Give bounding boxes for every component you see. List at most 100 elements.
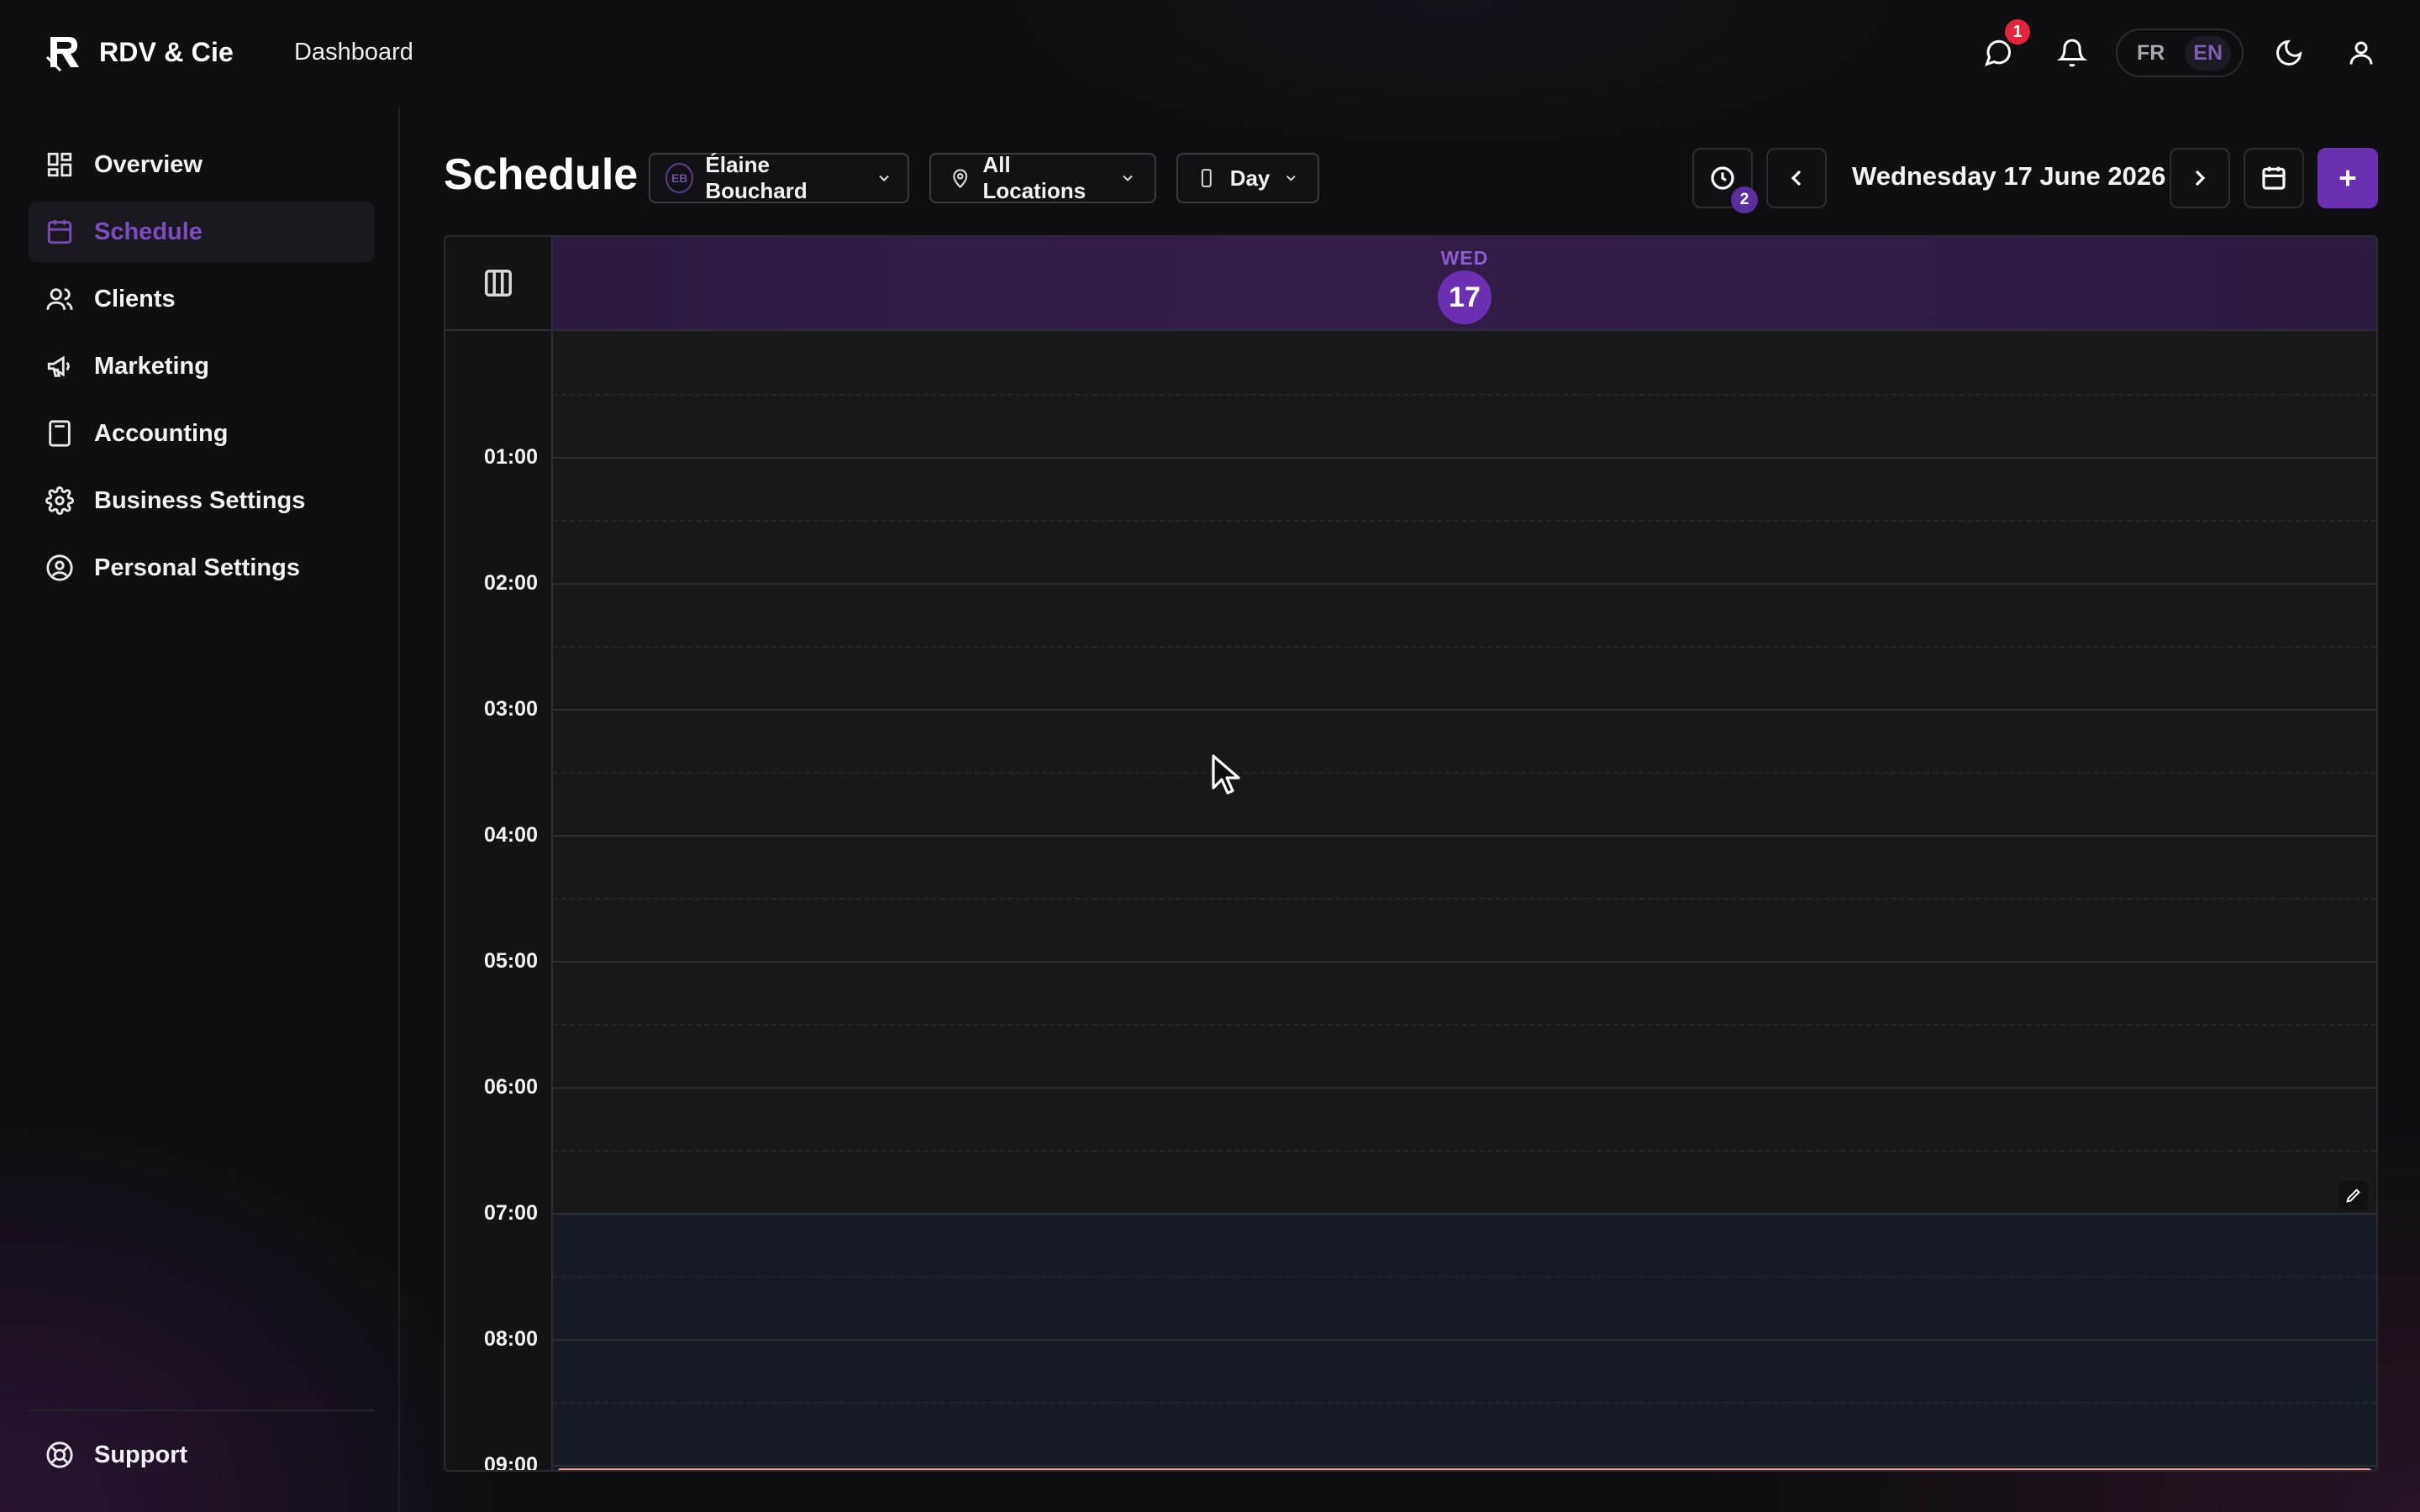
working-hours-block	[553, 1213, 2376, 1470]
map-pin-icon	[953, 169, 968, 189]
phone-icon	[1201, 169, 1212, 187]
time-label: 02:00	[484, 571, 538, 595]
time-label: 09:00	[484, 1453, 538, 1472]
brand[interactable]: RDV & Cie	[44, 32, 234, 72]
grid-hour-line	[553, 1465, 2376, 1467]
sidebar-item-label: Accounting	[94, 419, 229, 447]
bell-icon	[2057, 39, 2087, 67]
users-icon	[46, 288, 73, 310]
grid-hour-line	[553, 1087, 2376, 1089]
sidebar-item-label: Clients	[94, 285, 176, 312]
calendar-header: WED 17	[445, 237, 2376, 331]
time-column: 01:00 02:00 03:00 04:00 05:00 06:00 07:0…	[445, 331, 553, 1472]
brand-logo-icon	[45, 37, 79, 72]
grid-hour-line	[553, 1213, 2376, 1215]
edit-hours-button[interactable]	[2339, 1181, 2368, 1210]
staff-name: Élaine Bouchard	[705, 152, 808, 203]
grid-half-line	[553, 1024, 2376, 1026]
sidebar-item-label: Overview	[94, 150, 203, 178]
time-label: 08:00	[484, 1327, 538, 1351]
grid-half-line	[553, 646, 2376, 648]
language-switcher[interactable]: FR EN	[2116, 29, 2244, 77]
previous-day-button[interactable]	[1766, 148, 1827, 208]
current-date-label: Wednesday 17 June 2026	[1852, 161, 2166, 191]
brand-name: RDV & Cie	[99, 36, 234, 67]
grid-hour-line	[553, 457, 2376, 459]
messages-badge: 1	[2005, 19, 2030, 45]
location-label: All Locations	[982, 152, 1086, 203]
megaphone-icon	[47, 355, 70, 377]
lang-en[interactable]: EN	[2185, 35, 2232, 71]
time-label: 03:00	[484, 697, 538, 721]
next-day-button[interactable]	[2170, 148, 2230, 208]
sidebar-divider	[29, 1410, 375, 1411]
day-grid[interactable]	[553, 331, 2376, 1470]
grid-half-line	[553, 1150, 2376, 1152]
grid-hour-line	[553, 1339, 2376, 1341]
grid-half-line	[553, 898, 2376, 900]
theme-toggle-button[interactable]	[2265, 29, 2312, 76]
sidebar-item-label: Schedule	[94, 218, 203, 245]
plus-icon	[2339, 170, 2356, 186]
lang-fr[interactable]: FR	[2128, 36, 2173, 71]
lifebuoy-icon	[46, 1441, 73, 1468]
time-label: 05:00	[484, 949, 538, 973]
sidebar-item-business-settings[interactable]: Business Settings	[29, 470, 375, 531]
grid-half-line	[553, 772, 2376, 774]
time-label: 07:00	[484, 1201, 538, 1225]
notifications-button[interactable]	[2049, 29, 2096, 76]
breadcrumb[interactable]: Dashboard	[294, 39, 413, 66]
calendar-body: 01:00 02:00 03:00 04:00 05:00 06:00 07:0…	[445, 331, 2376, 1472]
sidebar-item-schedule[interactable]: Schedule	[29, 202, 375, 262]
account-button[interactable]	[2338, 29, 2385, 76]
pencil-icon	[2346, 1189, 2360, 1203]
day-column-header[interactable]: WED 17	[553, 237, 2376, 329]
grid-half-line	[553, 520, 2376, 522]
grid-half-line	[553, 394, 2376, 396]
calculator-icon	[49, 420, 71, 447]
sidebar-item-accounting[interactable]: Accounting	[29, 403, 375, 464]
grid-hour-line	[553, 709, 2376, 711]
sidebar-item-overview[interactable]: Overview	[29, 134, 375, 195]
gear-icon	[45, 486, 74, 515]
mouse-cursor-icon	[1212, 754, 1240, 795]
avatar: EB	[666, 163, 694, 193]
add-appointment-button[interactable]	[2317, 148, 2378, 208]
column-toggle-button[interactable]	[445, 237, 553, 329]
time-label: 04:00	[484, 823, 538, 847]
sidebar-item-marketing[interactable]: Marketing	[29, 336, 375, 396]
sidebar-item-label: Support	[94, 1441, 188, 1468]
user-circle-icon	[46, 554, 73, 581]
location-select[interactable]: All Locations	[929, 152, 1156, 203]
messages-button[interactable]: 1	[1975, 19, 2030, 76]
chevron-left-icon	[1791, 170, 1802, 186]
view-label: Day	[1229, 165, 1270, 191]
pending-badge: 2	[1731, 186, 1758, 213]
clock-icon	[1711, 166, 1734, 190]
day-number: 17	[1438, 270, 1491, 324]
day-of-week: WED	[1440, 247, 1489, 269]
view-select[interactable]: Day	[1176, 153, 1319, 203]
calendar-grid-icon	[2262, 166, 2286, 190]
chevron-right-icon	[2195, 170, 2206, 186]
sidebar-item-support[interactable]: Support	[29, 1425, 375, 1485]
staff-select[interactable]: EB Élaine Bouchard	[649, 152, 909, 203]
grid-half-line	[553, 1276, 2376, 1278]
chevron-down-icon	[879, 175, 889, 181]
grid-hour-line	[553, 835, 2376, 837]
sidebar-item-label: Marketing	[94, 352, 209, 380]
user-icon	[2349, 41, 2373, 65]
overview-grid-icon	[47, 152, 72, 177]
sidebar-item-clients[interactable]: Clients	[29, 269, 375, 329]
grid-half-line	[553, 1402, 2376, 1404]
pending-appointments-button[interactable]: 2	[1692, 148, 1758, 213]
time-label: 06:00	[484, 1075, 538, 1099]
moon-icon	[2276, 39, 2302, 66]
columns-icon	[485, 270, 512, 297]
top-bar: RDV & Cie Dashboard 1 FR EN	[0, 0, 2420, 108]
sidebar-item-label: Personal Settings	[94, 554, 300, 581]
sidebar-item-personal-settings[interactable]: Personal Settings	[29, 538, 375, 598]
date-picker-button[interactable]	[2244, 148, 2304, 208]
page-title: Schedule	[444, 150, 639, 199]
current-time-indicator	[558, 1468, 2371, 1470]
